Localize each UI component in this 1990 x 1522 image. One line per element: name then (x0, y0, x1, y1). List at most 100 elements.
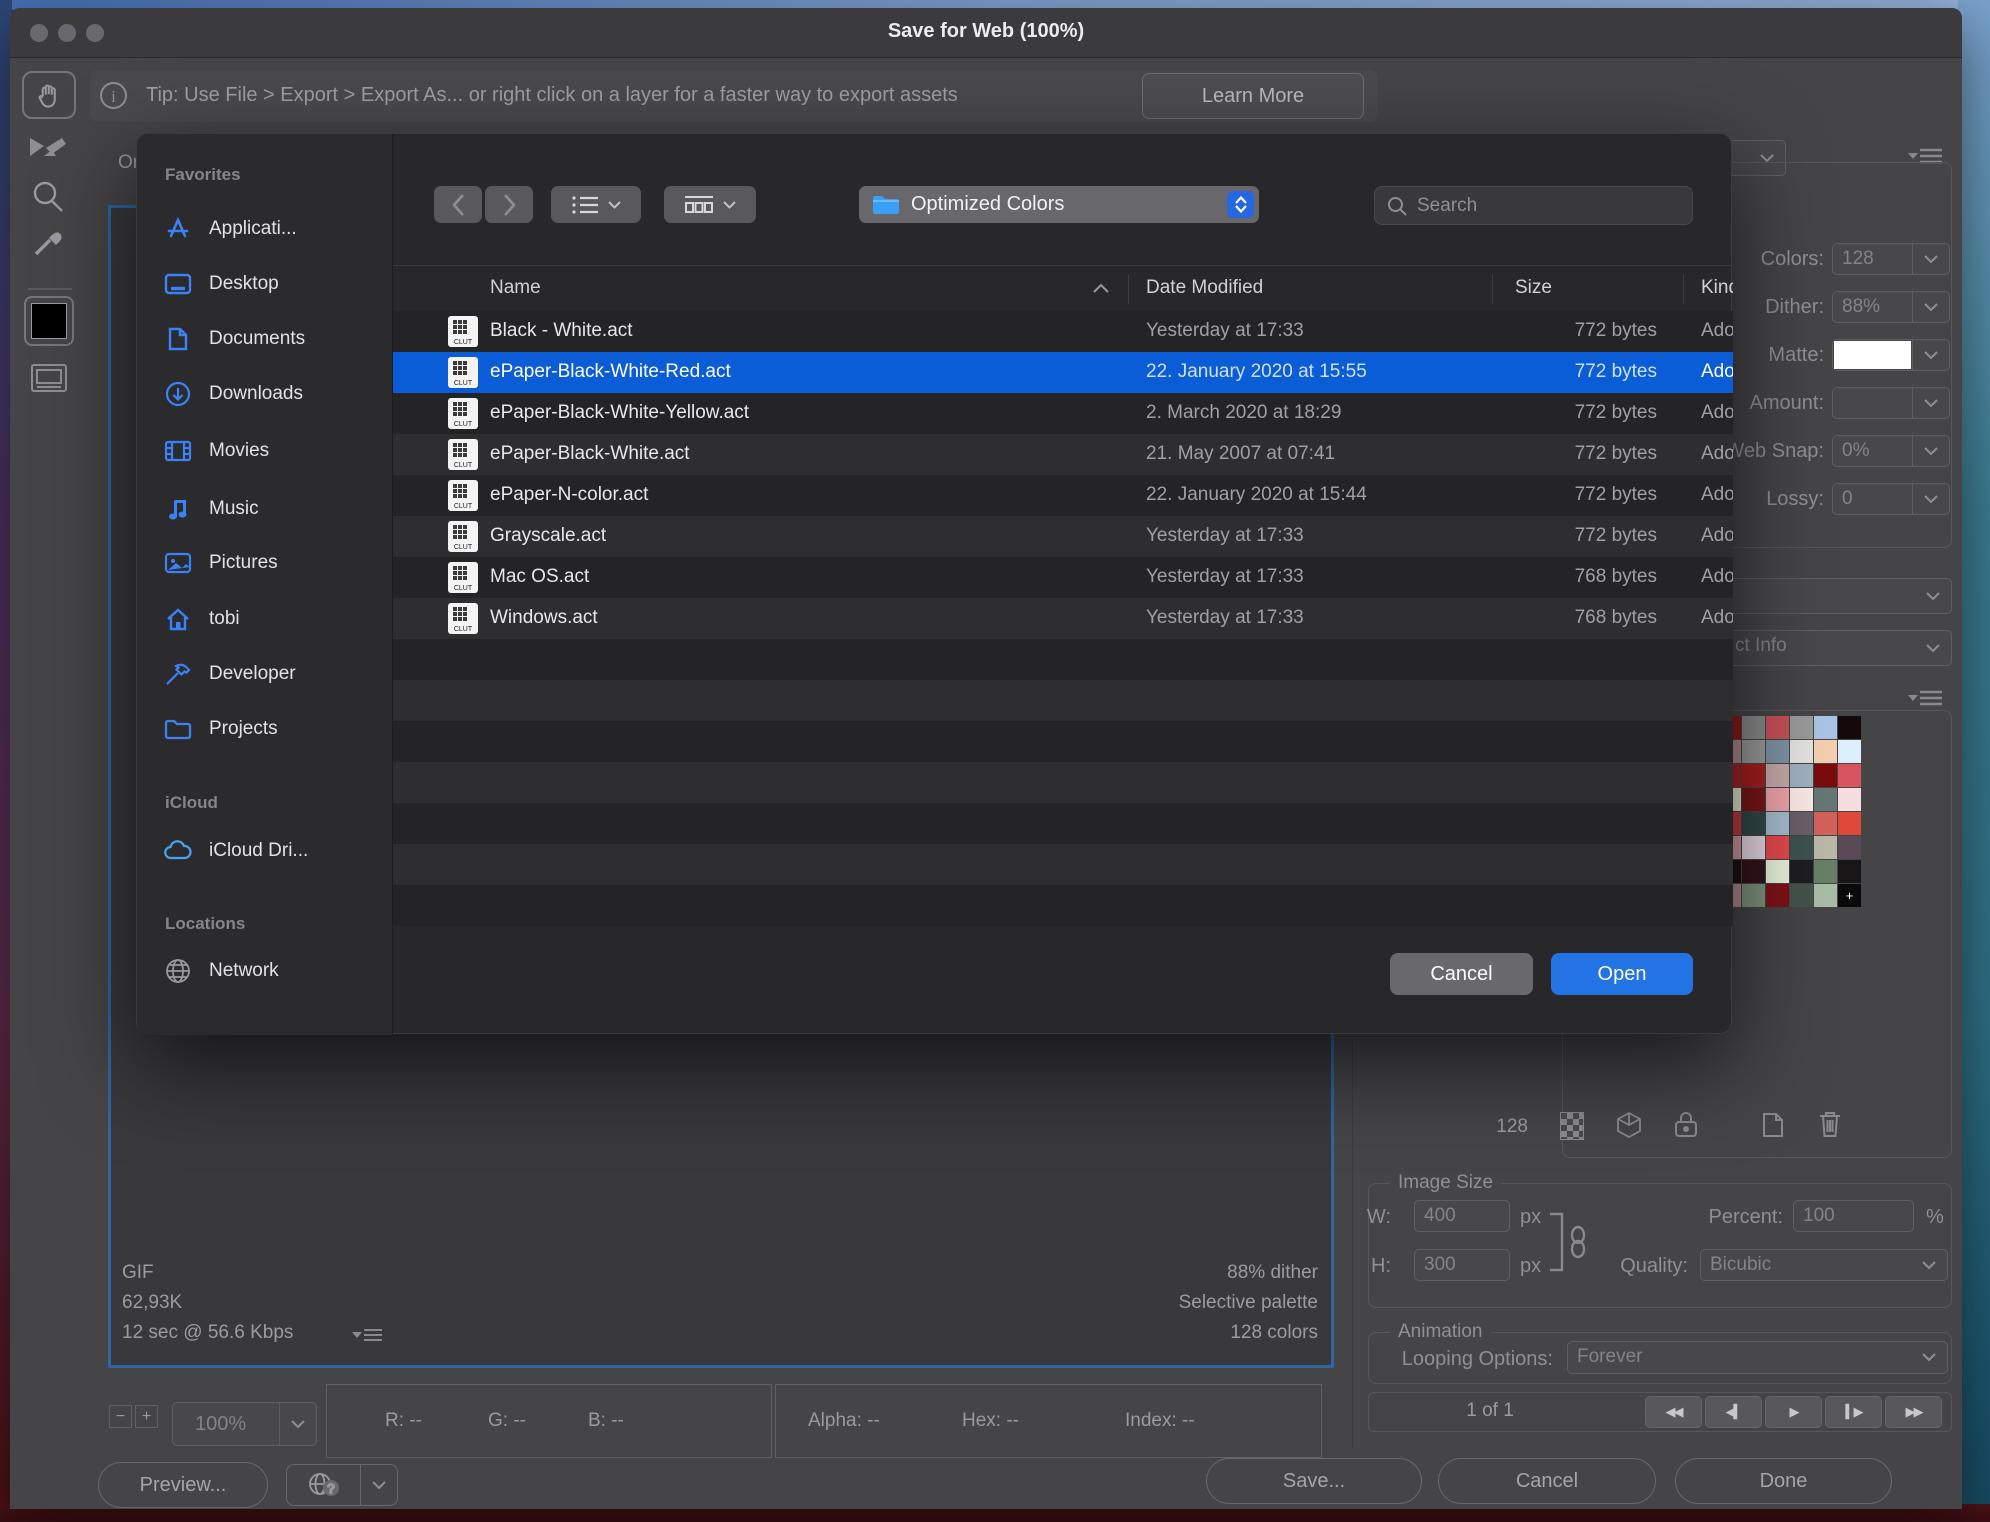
preview-in-browser-button[interactable]: Preview... (98, 1462, 268, 1508)
transparency-checker-icon[interactable] (1560, 1112, 1584, 1140)
zoom-out-button[interactable]: − (109, 1405, 132, 1428)
slice-visibility-button[interactable] (26, 358, 72, 398)
palette-swatch[interactable] (1790, 716, 1813, 739)
zoom-tool-button[interactable] (28, 178, 68, 216)
palette-swatch[interactable] (1838, 716, 1861, 739)
quality-dropdown[interactable]: Bicubic (1700, 1249, 1948, 1281)
column-name[interactable]: Name (490, 277, 541, 299)
column-kind[interactable]: Kind (1701, 277, 1733, 299)
palette-swatch[interactable] (1814, 884, 1837, 907)
zoom-level-dropdown[interactable]: 100% (172, 1402, 317, 1446)
preview-stats-menu-icon[interactable] (352, 1328, 382, 1342)
palette-swatch[interactable] (1814, 836, 1837, 859)
group-view-button[interactable] (664, 186, 756, 223)
forward-button[interactable] (485, 186, 533, 223)
file-row-epaper-black-white-yellow-act[interactable]: CLUTePaper-Black-White-Yellow.act2. Marc… (393, 393, 1733, 434)
field-lossy-[interactable]: 0 (1832, 483, 1950, 515)
new-swatch-icon[interactable] (1758, 1110, 1786, 1140)
palette-swatch[interactable] (1742, 836, 1765, 859)
palette-swatch[interactable] (1838, 836, 1861, 859)
file-row-mac-os-act[interactable]: CLUTMac OS.actYesterday at 17:33768 byte… (393, 557, 1733, 598)
file-row-epaper-black-white-act[interactable]: CLUTePaper-Black-White.act21. May 2007 a… (393, 434, 1733, 475)
file-row-epaper-black-white-red-act[interactable]: CLUTePaper-Black-White-Red.act22. Januar… (393, 352, 1733, 393)
palette-swatch[interactable] (1838, 860, 1861, 883)
palette-swatch[interactable] (1814, 812, 1837, 835)
file-row-windows-act[interactable]: CLUTWindows.actYesterday at 17:33768 byt… (393, 598, 1733, 639)
column-headers[interactable]: Name Date Modified Size Kind (393, 265, 1733, 313)
palette-swatch[interactable] (1766, 740, 1789, 763)
file-row-black-white-act[interactable]: CLUTBlack - White.actYesterday at 17:337… (393, 311, 1733, 352)
zoom-in-button[interactable]: + (135, 1405, 158, 1428)
done-button[interactable]: Done (1675, 1458, 1892, 1504)
palette-swatch[interactable] (1838, 740, 1861, 763)
back-button[interactable] (434, 186, 482, 223)
sidebar-item-movies[interactable]: Movies (153, 433, 381, 469)
palette-swatch[interactable] (1838, 764, 1861, 787)
dialog-open-button[interactable]: Open (1551, 953, 1693, 995)
palette-swatch[interactable] (1790, 788, 1813, 811)
palette-swatch[interactable] (1790, 812, 1813, 835)
last-frame-button[interactable]: ▶▶ (1885, 1396, 1942, 1428)
palette-swatch[interactable] (1766, 716, 1789, 739)
palette-swatch[interactable] (1790, 860, 1813, 883)
palette-swatch[interactable] (1814, 764, 1837, 787)
trash-icon[interactable] (1816, 1108, 1844, 1140)
width-field[interactable]: 400 (1414, 1200, 1510, 1232)
column-date-modified[interactable]: Date Modified (1146, 277, 1263, 299)
sidebar-item-desktop[interactable]: Desktop (153, 266, 381, 302)
palette-swatch[interactable] (1766, 860, 1789, 883)
field-web-snap-[interactable]: 0% (1832, 435, 1950, 467)
field-dither-[interactable]: 88% (1832, 291, 1950, 323)
looping-options-dropdown[interactable]: Forever (1567, 1341, 1948, 1374)
field-colors-[interactable]: 128 (1832, 243, 1950, 275)
eyedropper-tool-button[interactable] (28, 226, 68, 266)
palette-swatch[interactable] (1790, 836, 1813, 859)
play-button[interactable]: ▶ (1765, 1396, 1822, 1428)
palette-swatch[interactable] (1742, 860, 1765, 883)
file-row-epaper-n-color-act[interactable]: CLUTePaper-N-color.act22. January 2020 a… (393, 475, 1733, 516)
color-table-menu-icon[interactable] (1908, 690, 1942, 706)
palette-swatch[interactable] (1814, 740, 1837, 763)
search-field[interactable] (1374, 186, 1693, 225)
palette-swatch[interactable] (1766, 812, 1789, 835)
palette-swatch[interactable] (1838, 788, 1861, 811)
palette-swatch[interactable] (1742, 812, 1765, 835)
palette-swatch[interactable] (1742, 884, 1765, 907)
palette-swatch[interactable] (1814, 788, 1837, 811)
browser-select-button[interactable]: ? (286, 1464, 398, 1506)
file-row-grayscale-act[interactable]: CLUTGrayscale.actYesterday at 17:33772 b… (393, 516, 1733, 557)
column-size[interactable]: Size (1515, 277, 1552, 299)
folder-dropdown[interactable]: Optimized Colors (859, 186, 1259, 223)
palette-swatch[interactable] (1814, 716, 1837, 739)
lock-icon[interactable] (1672, 1108, 1700, 1140)
sidebar-item-tobi[interactable]: tobi (153, 601, 381, 637)
cancel-button[interactable]: Cancel (1438, 1458, 1656, 1504)
palette-swatch[interactable] (1790, 764, 1813, 787)
palette-swatch[interactable] (1742, 764, 1765, 787)
palette-swatch[interactable] (1742, 740, 1765, 763)
sidebar-item-pictures[interactable]: Pictures (153, 545, 381, 581)
sidebar-item-icloud-dri-[interactable]: iCloud Dri... (153, 833, 381, 869)
dialog-cancel-button[interactable]: Cancel (1390, 953, 1533, 995)
height-field[interactable]: 300 (1414, 1249, 1510, 1281)
next-frame-button[interactable]: ▍▶ (1825, 1396, 1882, 1428)
sidebar-item-developer[interactable]: Developer (153, 656, 381, 692)
hand-tool-button[interactable] (22, 71, 76, 119)
sidebar-item-applicati-[interactable]: Applicati... (153, 211, 381, 247)
sidebar-item-downloads[interactable]: Downloads (153, 376, 381, 412)
list-view-button[interactable] (551, 186, 641, 223)
palette-swatch[interactable] (1790, 740, 1813, 763)
web-shift-cube-icon[interactable] (1614, 1110, 1644, 1140)
sidebar-item-documents[interactable]: Documents (153, 321, 381, 357)
palette-swatch[interactable] (1766, 884, 1789, 907)
palette-swatch[interactable] (1790, 884, 1813, 907)
sidebar-item-network[interactable]: Network (153, 953, 381, 989)
palette-swatch[interactable] (1766, 836, 1789, 859)
sidebar-item-music[interactable]: Music (153, 491, 381, 527)
palette-swatch[interactable] (1742, 788, 1765, 811)
sidebar-item-projects[interactable]: Projects (153, 711, 381, 747)
search-input[interactable] (1415, 194, 1649, 218)
color-swatch-well[interactable] (24, 296, 74, 346)
palette-swatch[interactable] (1814, 860, 1837, 883)
percent-field[interactable]: 100 (1793, 1200, 1914, 1232)
